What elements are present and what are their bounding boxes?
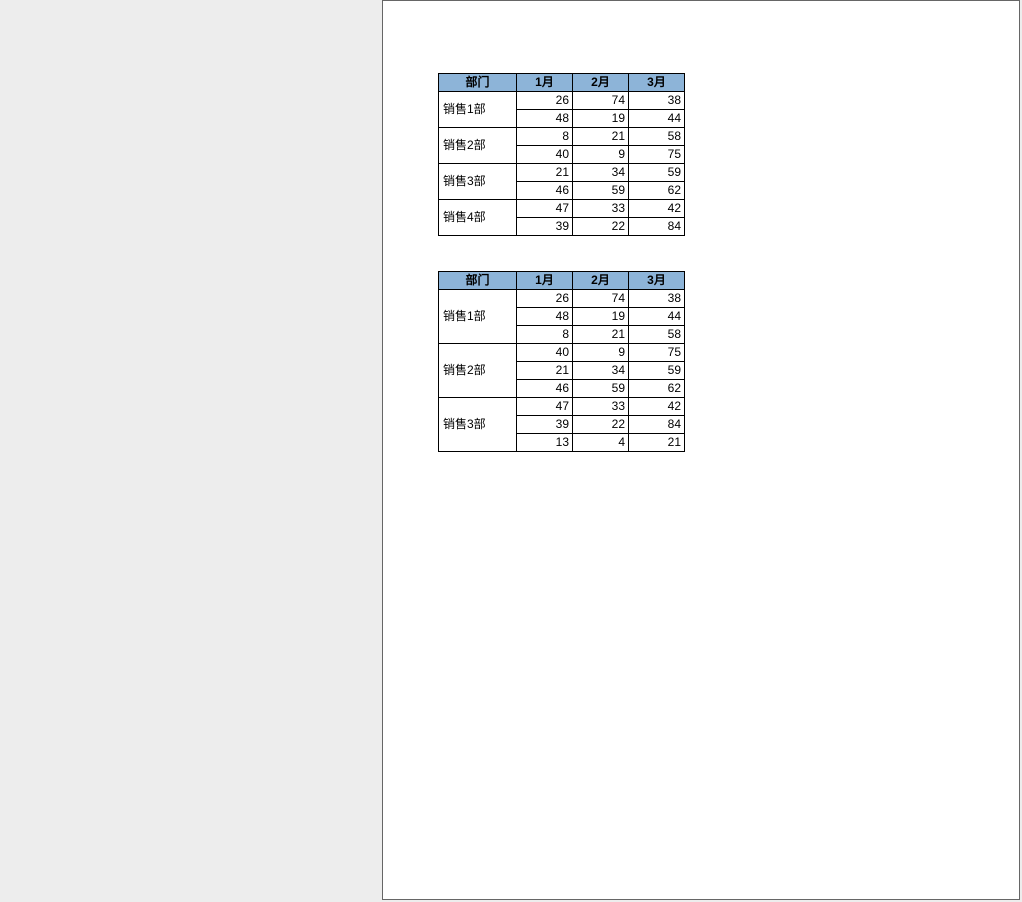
dept-cell: 销售3部 bbox=[439, 164, 517, 200]
header-m2: 2月 bbox=[573, 272, 629, 290]
cell: 48 bbox=[517, 110, 573, 128]
cell: 59 bbox=[573, 380, 629, 398]
cell: 42 bbox=[629, 398, 685, 416]
header-m1: 1月 bbox=[517, 272, 573, 290]
cell: 84 bbox=[629, 416, 685, 434]
cell: 47 bbox=[517, 398, 573, 416]
cell: 9 bbox=[573, 146, 629, 164]
cell: 58 bbox=[629, 326, 685, 344]
cell: 21 bbox=[517, 164, 573, 182]
cell: 84 bbox=[629, 218, 685, 236]
cell: 13 bbox=[517, 434, 573, 452]
cell: 19 bbox=[573, 110, 629, 128]
header-m1: 1月 bbox=[517, 74, 573, 92]
header-dept: 部门 bbox=[439, 74, 517, 92]
cell: 26 bbox=[517, 290, 573, 308]
cell: 8 bbox=[517, 128, 573, 146]
cell: 48 bbox=[517, 308, 573, 326]
cell: 21 bbox=[629, 434, 685, 452]
cell: 62 bbox=[629, 182, 685, 200]
cell: 42 bbox=[629, 200, 685, 218]
cell: 74 bbox=[573, 290, 629, 308]
cell: 75 bbox=[629, 344, 685, 362]
cell: 38 bbox=[629, 92, 685, 110]
cell: 21 bbox=[517, 362, 573, 380]
table-row: 销售3部 21 34 59 bbox=[439, 164, 685, 182]
dept-cell: 销售4部 bbox=[439, 200, 517, 236]
cell: 19 bbox=[573, 308, 629, 326]
cell: 62 bbox=[629, 380, 685, 398]
dept-cell: 销售2部 bbox=[439, 344, 517, 398]
dept-cell: 销售1部 bbox=[439, 290, 517, 344]
cell: 21 bbox=[573, 128, 629, 146]
cell: 40 bbox=[517, 146, 573, 164]
cell: 75 bbox=[629, 146, 685, 164]
table-row: 销售4部 47 33 42 bbox=[439, 200, 685, 218]
cell: 40 bbox=[517, 344, 573, 362]
cell: 4 bbox=[573, 434, 629, 452]
cell: 58 bbox=[629, 128, 685, 146]
dept-cell: 销售3部 bbox=[439, 398, 517, 452]
cell: 44 bbox=[629, 308, 685, 326]
cell: 39 bbox=[517, 416, 573, 434]
cell: 21 bbox=[573, 326, 629, 344]
cell: 46 bbox=[517, 182, 573, 200]
cell: 47 bbox=[517, 200, 573, 218]
cell: 8 bbox=[517, 326, 573, 344]
table-row: 销售2部 40 9 75 bbox=[439, 344, 685, 362]
cell: 44 bbox=[629, 110, 685, 128]
cell: 59 bbox=[629, 164, 685, 182]
cell: 59 bbox=[629, 362, 685, 380]
table-1-container: 部门 1月 2月 3月 销售1部 26 74 38 48 19 44 bbox=[438, 73, 685, 236]
header-m3: 3月 bbox=[629, 74, 685, 92]
dept-cell: 销售1部 bbox=[439, 92, 517, 128]
table-1: 部门 1月 2月 3月 销售1部 26 74 38 48 19 44 bbox=[438, 73, 685, 236]
cell: 22 bbox=[573, 416, 629, 434]
table-row: 销售1部 26 74 38 bbox=[439, 290, 685, 308]
cell: 39 bbox=[517, 218, 573, 236]
cell: 34 bbox=[573, 164, 629, 182]
header-m3: 3月 bbox=[629, 272, 685, 290]
table-row: 销售1部 26 74 38 bbox=[439, 92, 685, 110]
table-row: 销售2部 8 21 58 bbox=[439, 128, 685, 146]
table-header-row: 部门 1月 2月 3月 bbox=[439, 74, 685, 92]
cell: 34 bbox=[573, 362, 629, 380]
cell: 33 bbox=[573, 398, 629, 416]
table-2: 部门 1月 2月 3月 销售1部 26 74 38 48 19 44 bbox=[438, 271, 685, 452]
header-dept: 部门 bbox=[439, 272, 517, 290]
cell: 38 bbox=[629, 290, 685, 308]
table-header-row: 部门 1月 2月 3月 bbox=[439, 272, 685, 290]
table-row: 销售3部 47 33 42 bbox=[439, 398, 685, 416]
dept-cell: 销售2部 bbox=[439, 128, 517, 164]
cell: 59 bbox=[573, 182, 629, 200]
header-m2: 2月 bbox=[573, 74, 629, 92]
document-page: 部门 1月 2月 3月 销售1部 26 74 38 48 19 44 bbox=[382, 0, 1020, 900]
cell: 46 bbox=[517, 380, 573, 398]
table-2-container: 部门 1月 2月 3月 销售1部 26 74 38 48 19 44 bbox=[438, 271, 685, 452]
cell: 22 bbox=[573, 218, 629, 236]
cell: 74 bbox=[573, 92, 629, 110]
cell: 33 bbox=[573, 200, 629, 218]
cell: 9 bbox=[573, 344, 629, 362]
cell: 26 bbox=[517, 92, 573, 110]
